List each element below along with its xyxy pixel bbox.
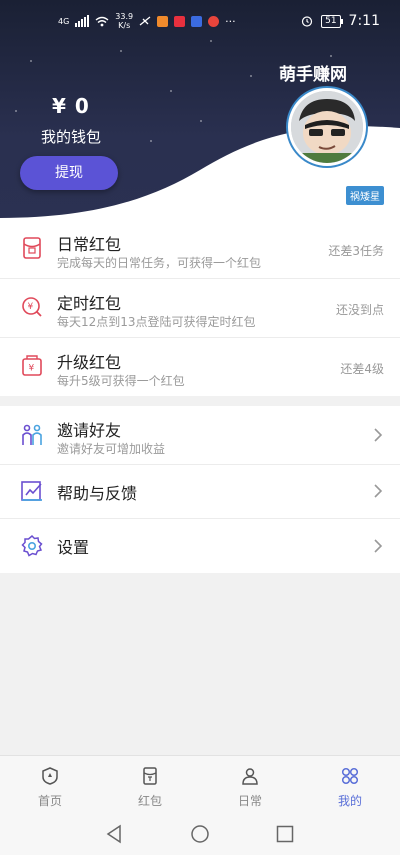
list-item-subtitle: 完成每天的日常任务，可获得一个红包 <box>57 256 262 270</box>
upgrade-packet-icon: ¥ <box>22 355 42 376</box>
home-button-icon[interactable] <box>190 824 210 844</box>
bottom-tab-bar: 首页 红包 日常 我的 <box>0 755 400 814</box>
wallet-amount: ¥ 0 <box>52 94 90 118</box>
menu-item-settings[interactable]: 设置 <box>0 519 400 573</box>
me-icon <box>341 767 359 785</box>
site-title: 萌手赚网 <box>279 65 347 85</box>
svg-text:¥: ¥ <box>29 364 35 374</box>
status-bar: 4G 33.9 K/s ··· 51 7:11 <box>0 0 400 42</box>
list-item-status: 还没到点 <box>335 303 384 317</box>
list-item-title: 日常红包 <box>57 235 122 254</box>
user-level-badge: 祸矮星 <box>346 186 384 205</box>
avatar[interactable] <box>288 88 366 166</box>
app-notification-icon <box>157 15 169 27</box>
alarm-icon <box>301 16 313 27</box>
menu-item-invite-friends[interactable]: 邀请好友 邀请好友可增加收益 <box>0 406 400 465</box>
signal-icon <box>75 15 90 27</box>
recent-apps-icon[interactable] <box>276 825 294 843</box>
red-packet-icon <box>143 767 157 785</box>
list-item-status: 还差3任务 <box>328 244 384 258</box>
network-type: 4G <box>58 16 70 26</box>
menu-item-title: 设置 <box>57 538 90 557</box>
avatar-image <box>291 91 363 163</box>
red-packet-list: 日常红包 完成每天的日常任务，可获得一个红包 还差3任务 ¥ 定时红包 每天12… <box>0 220 400 396</box>
withdraw-button[interactable]: 提现 <box>20 156 118 190</box>
tab-label: 红包 <box>137 794 162 808</box>
home-icon <box>42 767 58 785</box>
tab-daily[interactable]: 日常 <box>200 756 300 814</box>
app-notification-icon <box>174 15 186 27</box>
more-notifications-icon: ··· <box>225 14 236 28</box>
list-item[interactable]: ¥ 升级红包 每升5级可获得一个红包 还差4级 <box>0 338 400 396</box>
settings-icon <box>21 534 43 557</box>
wifi-icon <box>95 16 109 26</box>
airplane-icon <box>139 16 151 26</box>
menu-item-help-feedback[interactable]: 帮助与反馈 <box>0 465 400 519</box>
list-item-subtitle: 每升5级可获得一个红包 <box>57 374 185 388</box>
invite-friends-icon <box>22 424 42 445</box>
timed-packet-icon: ¥ <box>22 297 42 317</box>
chevron-right-icon <box>374 484 383 498</box>
tab-label: 我的 <box>337 794 362 808</box>
list-item[interactable]: 日常红包 完成每天的日常任务，可获得一个红包 还差3任务 <box>0 220 400 279</box>
app-notification-icon <box>191 15 203 27</box>
system-nav-bar <box>0 813 400 855</box>
list-item[interactable]: ¥ 定时红包 每天12点到13点登陆可获得定时红包 还没到点 <box>0 279 400 338</box>
settings-menu: 邀请好友 邀请好友可增加收益 帮助与反馈 设置 <box>0 406 400 573</box>
chevron-right-icon <box>374 539 383 553</box>
clock-time: 7:11 <box>348 13 380 29</box>
tab-label: 首页 <box>37 794 62 808</box>
list-item-status: 还差4级 <box>340 362 384 376</box>
wallet-label: 我的钱包 <box>41 128 102 146</box>
help-feedback-icon <box>21 481 42 501</box>
list-item-title: 定时红包 <box>57 294 122 313</box>
list-item-subtitle: 每天12点到13点登陆可获得定时红包 <box>57 315 256 329</box>
tab-home[interactable]: 首页 <box>0 756 100 814</box>
svg-text:¥: ¥ <box>28 302 34 312</box>
daily-icon <box>242 768 258 785</box>
tab-me[interactable]: 我的 <box>300 756 400 814</box>
battery-icon: 51 <box>321 14 344 28</box>
tab-red-packet[interactable]: 红包 <box>100 756 200 814</box>
tab-label: 日常 <box>237 794 262 808</box>
daily-packet-icon <box>23 237 41 259</box>
back-icon[interactable] <box>105 824 123 844</box>
menu-item-subtitle: 邀请好友可增加收益 <box>57 442 166 456</box>
network-speed: 33.9 K/s <box>115 12 134 30</box>
app-notification-icon <box>208 15 220 27</box>
list-item-title: 升级红包 <box>57 353 122 372</box>
chevron-right-icon <box>374 428 383 442</box>
menu-item-title: 帮助与反馈 <box>57 484 138 503</box>
menu-item-title: 邀请好友 <box>57 421 122 440</box>
